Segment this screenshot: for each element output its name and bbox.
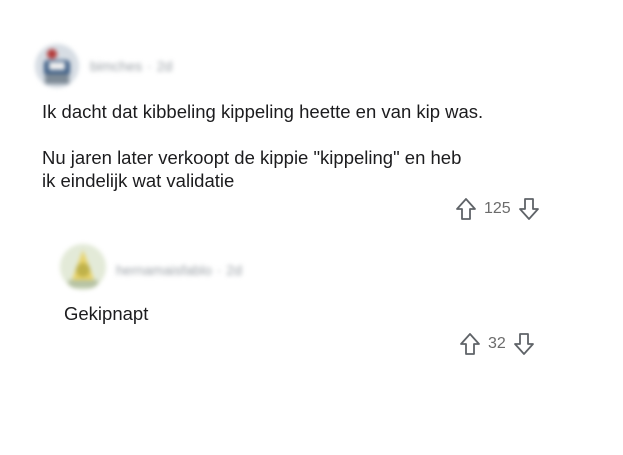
- comment-age: 2d: [156, 58, 173, 74]
- blurred-avatar-icon: [60, 244, 106, 290]
- comment-paragraph: Nu jaren later verkoopt de kippie "kippe…: [42, 147, 462, 191]
- vote-controls: 125: [454, 195, 541, 223]
- downvote-button[interactable]: [517, 196, 541, 222]
- blurred-avatar-icon: [35, 44, 79, 88]
- arrow-up-outline-icon: [460, 333, 480, 355]
- upvote-button[interactable]: [454, 196, 478, 222]
- arrow-down-outline-icon: [513, 333, 534, 355]
- user-avatar[interactable]: [60, 244, 106, 290]
- comment-meta: hernamaisfablo · 2d: [116, 262, 242, 278]
- comment-paragraph: Gekipnapt: [64, 303, 149, 324]
- comment-age: 2d: [226, 262, 242, 278]
- comment-meta: bimches · 2d: [90, 58, 173, 74]
- vote-score: 32: [488, 335, 506, 352]
- comment-paragraph: Ik dacht dat kibbeling kippeling heette …: [42, 101, 484, 122]
- username[interactable]: hernamaisfablo: [116, 262, 212, 278]
- username[interactable]: bimches: [90, 58, 142, 74]
- vote-controls: 32: [458, 330, 536, 358]
- user-avatar[interactable]: [35, 44, 79, 88]
- upvote-button[interactable]: [458, 331, 482, 357]
- arrow-down-outline-icon: [518, 198, 539, 220]
- downvote-button[interactable]: [512, 331, 536, 357]
- arrow-up-outline-icon: [456, 198, 476, 220]
- vote-score: 125: [484, 200, 511, 217]
